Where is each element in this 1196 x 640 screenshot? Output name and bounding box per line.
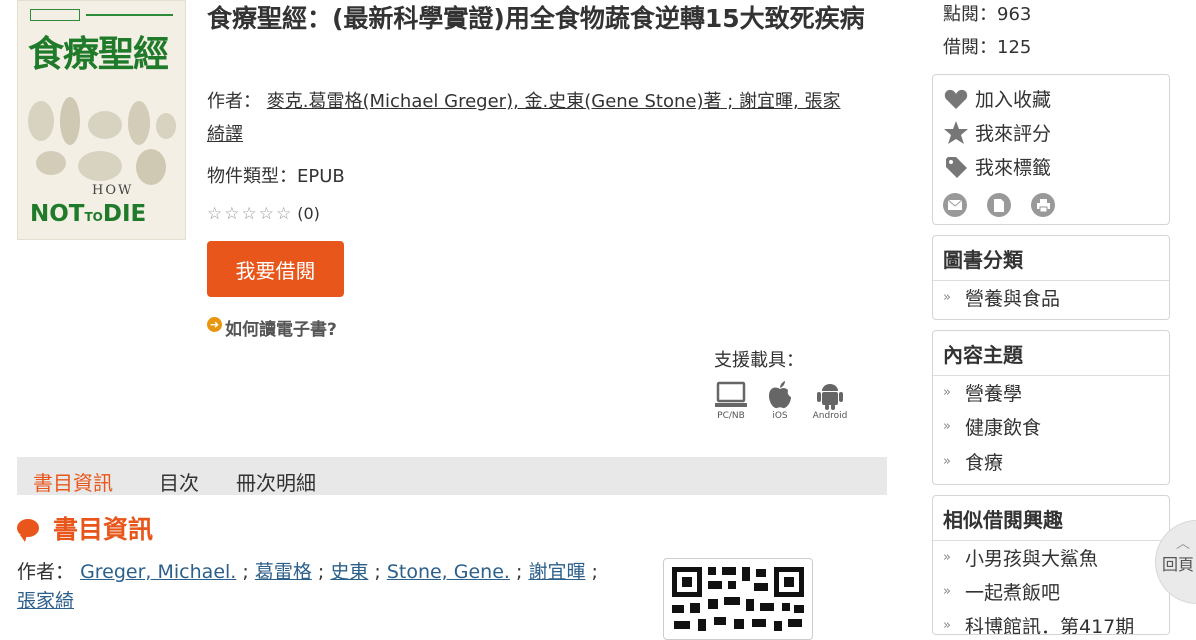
subject-item[interactable]: » 健康飲食 — [943, 413, 1041, 440]
star-icon — [943, 120, 969, 145]
similar-box: 相似借閱興趣 » 小男孩與大鯊魚 » 一起煮飯吧 » 科博館訊．第417期 — [932, 495, 1170, 635]
section-title: 書目資訊 — [53, 515, 154, 544]
similar-item[interactable]: » 小男孩與大鯊魚 — [943, 544, 1098, 571]
print-icon[interactable] — [1031, 193, 1055, 217]
author-label: 作者： — [207, 91, 261, 112]
android-icon — [810, 378, 850, 411]
device-label-android: Android — [812, 411, 848, 421]
category-item[interactable]: » 營養與食品 — [943, 284, 1060, 311]
detail-tabs: 書目資訊 目次 冊次明細 — [17, 457, 887, 495]
laptop-icon — [713, 378, 749, 411]
tag-icon — [943, 155, 969, 179]
apple-icon — [764, 378, 796, 411]
item-type-label: 物件類型： — [207, 166, 297, 187]
author-line: 作者： 麥克.葛雷格(Michael Greger), 金.史東(Gene St… — [207, 85, 857, 151]
author-link-greger[interactable]: Greger, Michael. — [80, 561, 236, 583]
device-ios: iOS — [764, 378, 796, 421]
similar-item[interactable]: » 科博館訊．第417期 — [943, 612, 1134, 634]
speech-bubble-icon — [17, 519, 39, 542]
subject-item[interactable]: » 食療 — [943, 448, 1003, 475]
item-type-value: EPUB — [297, 166, 345, 187]
cover-how: HOW — [92, 183, 134, 198]
arrow-right-circle-icon: ➜ — [207, 317, 222, 332]
support-devices-label: 支援載具： — [714, 350, 804, 371]
double-chevron-icon: » — [943, 454, 951, 469]
views-count: 點閱：963 — [943, 4, 1032, 25]
cover-title: 食療聖經 — [28, 33, 169, 75]
how-to-read-link[interactable]: ➜ 如何讀電子書? — [207, 315, 337, 340]
device-pcnb: PC/NB — [713, 378, 749, 421]
device-android: Android — [810, 378, 850, 421]
device-label-ios: iOS — [772, 411, 788, 421]
double-chevron-icon: » — [943, 584, 951, 599]
tab-contents[interactable]: 目次 — [159, 467, 199, 496]
double-chevron-icon: » — [943, 419, 951, 434]
subjects-title: 內容主題 — [943, 343, 1023, 367]
rate-button[interactable]: 我來評分 — [943, 119, 1051, 146]
book-cover[interactable]: 食療聖經 HOW NOTTODIE — [17, 0, 186, 240]
double-chevron-icon: » — [943, 550, 951, 565]
add-favorite-button[interactable]: 加入收藏 — [943, 85, 1051, 112]
section-authors: 作者： Greger, Michael. ; 葛雷格 ; 史東 ; Stone,… — [17, 561, 598, 612]
category-box: 圖書分類 » 營養與食品 — [932, 235, 1170, 320]
author-link-stone-zh[interactable]: 史東 — [330, 561, 368, 583]
chevron-up-icon: ︿ — [1176, 536, 1190, 552]
actions-box: 加入收藏 我來評分 我來標籤 — [932, 74, 1170, 225]
book-title: 食療聖經：(最新科學實證)用全食物蔬食逆轉15大致死疾病 — [207, 4, 865, 33]
document-icon[interactable] — [987, 193, 1011, 217]
rating-stars-icon[interactable]: ☆☆☆☆☆ — [207, 204, 293, 224]
borrow-button[interactable]: 我要借閱 — [207, 241, 344, 297]
tab-volumes[interactable]: 冊次明細 — [236, 467, 316, 496]
device-label-pcnb: PC/NB — [717, 411, 745, 421]
borrows-count: 借閱：125 — [943, 37, 1032, 58]
similar-item[interactable]: » 一起煮飯吧 — [943, 578, 1060, 605]
qr-code — [663, 558, 813, 640]
subject-item[interactable]: » 營養學 — [943, 379, 1022, 406]
tab-bibliographic[interactable]: 書目資訊 — [33, 467, 113, 496]
cover-not-to-die: NOTTODIE — [30, 201, 147, 227]
item-type: 物件類型：EPUB — [207, 162, 345, 188]
how-to-read-label: 如何讀電子書? — [225, 320, 337, 340]
author-link-gregger-zh[interactable]: 葛雷格 — [255, 561, 312, 583]
rating-count: (0) — [297, 204, 320, 223]
heart-icon — [943, 88, 969, 110]
section-author-label: 作者： — [17, 561, 75, 583]
author-link-stone[interactable]: Stone, Gene. — [387, 561, 510, 583]
rating[interactable]: ☆☆☆☆☆ (0) — [207, 204, 320, 224]
subjects-box: 內容主題 » 營養學 » 健康飲食 » 食療 — [932, 330, 1170, 485]
mail-icon[interactable] — [943, 193, 967, 217]
category-title: 圖書分類 — [943, 248, 1023, 272]
section-heading: 書目資訊 — [17, 510, 153, 546]
author-link-chang[interactable]: 張家綺 — [17, 590, 74, 612]
double-chevron-icon: » — [943, 385, 951, 400]
author-link[interactable]: 麥克.葛雷格(Michael Greger), 金.史東(Gene Stone)… — [207, 91, 840, 145]
author-link-hsieh[interactable]: 謝宜暉 — [528, 561, 585, 583]
double-chevron-icon: » — [943, 290, 951, 305]
similar-title: 相似借閱興趣 — [943, 508, 1063, 532]
tag-button[interactable]: 我來標籤 — [943, 153, 1051, 180]
